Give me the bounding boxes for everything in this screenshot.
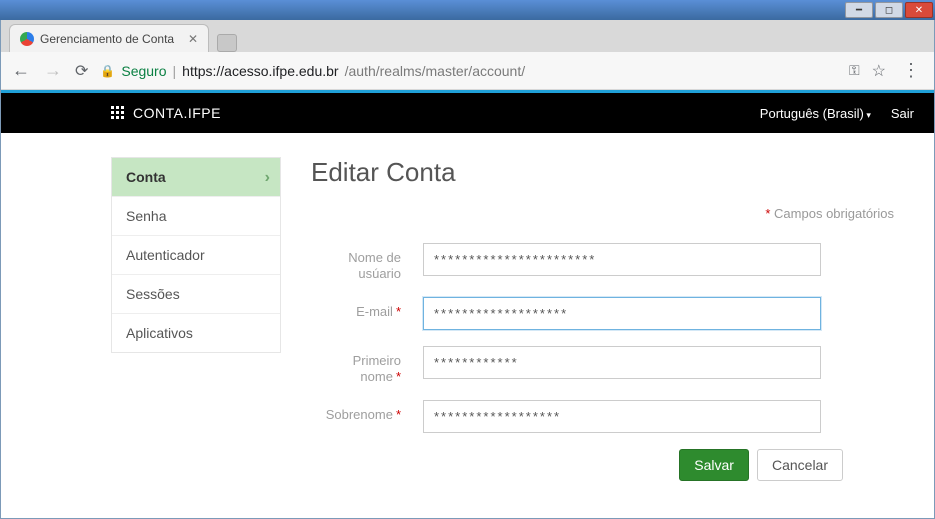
save-button[interactable]: Salvar xyxy=(679,449,749,481)
sidebar-item-label: Aplicativos xyxy=(126,325,193,341)
form-actions: Salvar Cancelar xyxy=(311,449,843,481)
url-host: https://acesso.ifpe.edu.br xyxy=(182,63,338,79)
back-button[interactable]: ← xyxy=(11,60,31,81)
form-row-firstname: Primeiro nome* xyxy=(311,346,894,384)
reload-button[interactable]: ⟳ xyxy=(75,61,88,81)
url-path: /auth/realms/master/account/ xyxy=(345,63,526,79)
tab-favicon-icon xyxy=(20,32,34,46)
titlebar-spacer xyxy=(815,2,843,18)
label-email-text: E-mail xyxy=(356,304,393,319)
browser-toolbar: ← → ⟳ 🔒 Seguro | https://acesso.ifpe.edu… xyxy=(1,52,934,90)
brand[interactable]: CONTA.IFPE xyxy=(111,105,221,121)
label-email: E-mail* xyxy=(311,297,401,320)
form-row-lastname: Sobrenome* xyxy=(311,400,894,433)
page-viewport: CONTA.IFPE Português (Brasil) Sair Conta… xyxy=(1,90,934,518)
logout-link[interactable]: Sair xyxy=(891,106,914,121)
main-panel: Editar Conta * Campos obrigatórios Nome … xyxy=(311,157,894,481)
sidebar-item-sessoes[interactable]: Sessões xyxy=(112,275,280,314)
app-topbar: CONTA.IFPE Português (Brasil) Sair xyxy=(1,93,934,133)
tab-title: Gerenciamento de Conta xyxy=(40,32,182,46)
browser-window: Gerenciamento de Conta ✕ ← → ⟳ 🔒 Seguro … xyxy=(0,20,935,519)
forward-button[interactable]: → xyxy=(43,60,63,81)
topbar-right: Português (Brasil) Sair xyxy=(760,106,914,121)
label-username-text: Nome de usúario xyxy=(348,250,401,281)
brand-text: CONTA.IFPE xyxy=(133,105,221,121)
firstname-field[interactable] xyxy=(423,346,821,379)
page-title: Editar Conta xyxy=(311,157,894,188)
sidebar-item-aplicativos[interactable]: Aplicativos xyxy=(112,314,280,352)
sidebar-item-senha[interactable]: Senha xyxy=(112,197,280,236)
os-window-titlebar: ━ ◻ ✕ xyxy=(0,0,935,20)
label-lastname: Sobrenome* xyxy=(311,400,401,423)
label-username: Nome de usúario xyxy=(311,243,401,281)
sidebar-item-conta[interactable]: Conta xyxy=(112,158,280,197)
new-tab-button[interactable] xyxy=(217,34,237,52)
username-field[interactable] xyxy=(423,243,821,276)
site-key-icon[interactable]: ⚿ xyxy=(849,62,860,79)
address-bar[interactable]: 🔒 Seguro | https://acesso.ifpe.edu.br/au… xyxy=(100,63,837,79)
label-lastname-text: Sobrenome xyxy=(326,407,393,422)
required-note-text: Campos obrigatórios xyxy=(774,206,894,221)
tab-close-icon[interactable]: ✕ xyxy=(188,32,198,46)
lastname-field[interactable] xyxy=(423,400,821,433)
sidebar-item-label: Sessões xyxy=(126,286,180,302)
secure-label: Seguro xyxy=(121,63,166,79)
sidebar-item-label: Autenticador xyxy=(126,247,205,263)
sidebar: Conta Senha Autenticador Sessões Aplicat… xyxy=(111,157,281,353)
form-row-email: E-mail* xyxy=(311,297,894,330)
language-switcher[interactable]: Português (Brasil) xyxy=(760,106,871,121)
sidebar-item-label: Senha xyxy=(126,208,166,224)
lock-icon: 🔒 xyxy=(100,64,115,78)
cancel-button[interactable]: Cancelar xyxy=(757,449,843,481)
required-note: * Campos obrigatórios xyxy=(311,206,894,221)
sidebar-item-label: Conta xyxy=(126,169,166,185)
browser-tabstrip: Gerenciamento de Conta ✕ xyxy=(1,20,934,52)
content-area: Conta Senha Autenticador Sessões Aplicat… xyxy=(1,133,934,481)
address-separator: | xyxy=(173,63,177,79)
browser-menu-icon[interactable]: ⋮ xyxy=(898,60,924,81)
window-minimize-button[interactable]: ━ xyxy=(845,2,873,18)
brand-grid-icon xyxy=(111,106,125,120)
window-close-button[interactable]: ✕ xyxy=(905,2,933,18)
label-firstname-text: Primeiro nome xyxy=(353,353,401,384)
email-field[interactable] xyxy=(423,297,821,330)
sidebar-item-autenticador[interactable]: Autenticador xyxy=(112,236,280,275)
form-row-username: Nome de usúario xyxy=(311,243,894,281)
bookmark-star-icon[interactable]: ☆ xyxy=(872,61,886,81)
window-maximize-button[interactable]: ◻ xyxy=(875,2,903,18)
label-firstname: Primeiro nome* xyxy=(311,346,401,384)
browser-tab[interactable]: Gerenciamento de Conta ✕ xyxy=(9,24,209,52)
